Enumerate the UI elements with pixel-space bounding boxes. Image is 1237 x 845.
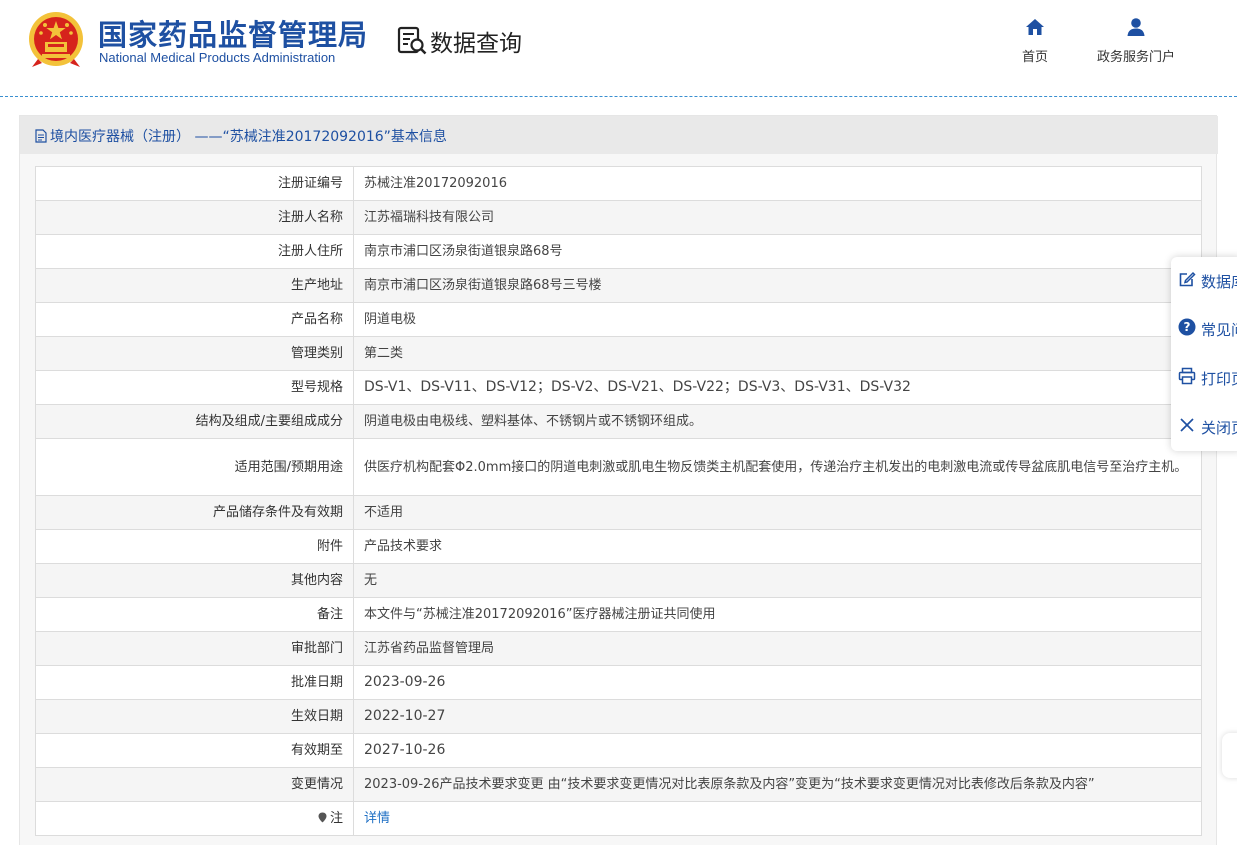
row-value: 供医疗机构配套Φ2.0mm接口的阴道电刺激或肌电生物反馈类主机配套使用，传递治疗… bbox=[353, 438, 1202, 496]
row-key: 变更情况 bbox=[35, 767, 354, 802]
table-row: 变更情况 2023-09-26产品技术要求变更 由“技术要求变更情况对比表原条款及… bbox=[35, 767, 1202, 802]
printer-icon bbox=[1178, 367, 1196, 385]
row-value: 江苏福瑞科技有限公司 bbox=[353, 200, 1202, 235]
side-close-button[interactable]: 关闭页面 bbox=[1171, 403, 1237, 451]
site-header: 国家药品监督管理局 National Medical Products Admi… bbox=[0, 0, 1237, 97]
side-database-label: 数据库 bbox=[1201, 273, 1237, 291]
row-key: 批准日期 bbox=[35, 665, 354, 700]
row-value: 2027-10-26 bbox=[353, 733, 1202, 768]
table-row: 生产地址 南京市浦口区汤泉街道银泉路68号三号楼 bbox=[35, 268, 1202, 303]
info-table: 注册证编号 苏械注准20172092016 注册人名称 江苏福瑞科技有限公司 注册人… bbox=[35, 166, 1202, 836]
nav-home-link[interactable]: 首页 bbox=[1016, 16, 1054, 65]
data-query-icon bbox=[397, 26, 427, 55]
row-key: 型号规格 bbox=[35, 370, 354, 405]
edit-icon bbox=[1179, 271, 1196, 287]
agency-name-cn: 国家药品监督管理局 bbox=[98, 18, 369, 52]
side-faq-label: 常见问题 bbox=[1201, 321, 1237, 339]
row-key: 注册人名称 bbox=[35, 200, 354, 235]
row-value: 第二类 bbox=[353, 336, 1202, 371]
row-key: 注册证编号 bbox=[35, 166, 354, 201]
table-row: 管理类别 第二类 bbox=[35, 336, 1202, 371]
side-faq-button[interactable]: ? 常见问题 bbox=[1171, 305, 1237, 353]
row-key: 管理类别 bbox=[35, 336, 354, 371]
row-key: 生效日期 bbox=[35, 699, 354, 734]
row-value: 2023-09-26产品技术要求变更 由“技术要求变更情况对比表原条款及内容”变… bbox=[353, 767, 1202, 802]
row-value: 南京市浦口区汤泉街道银泉路68号三号楼 bbox=[353, 268, 1202, 303]
row-value: 江苏省药品监督管理局 bbox=[353, 631, 1202, 666]
agency-name-en: National Medical Products Administration bbox=[99, 50, 336, 65]
row-key: 产品名称 bbox=[35, 302, 354, 337]
side-close-label: 关闭页面 bbox=[1201, 419, 1237, 437]
row-value: 本文件与“苏械注准20172092016”医疗器械注册证共同使用 bbox=[353, 597, 1202, 632]
row-value: 详情 bbox=[353, 801, 1202, 836]
table-row: 其他内容无 bbox=[35, 563, 1202, 598]
row-key: 注册人住所 bbox=[35, 234, 354, 269]
panel-title: 境内医疗器械（注册） ——“苏械注准20172092016”基本信息 bbox=[35, 126, 447, 146]
header-divider bbox=[0, 96, 1237, 97]
table-row: 批准日期 2023-09-26 bbox=[35, 665, 1202, 700]
nav-portal-label: 政务服务门户 bbox=[1096, 50, 1175, 65]
row-key: 备注 bbox=[35, 597, 354, 632]
row-value: 阴道电极由电极线、塑料基体、不锈钢片或不锈钢环组成。 bbox=[353, 404, 1202, 439]
table-row: 注册证编号 苏械注准20172092016 bbox=[35, 166, 1202, 201]
panel-title-text: 境内医疗器械（注册） ——“苏械注准20172092016”基本信息 bbox=[50, 129, 447, 145]
side-print-button[interactable]: 打印页面 bbox=[1171, 354, 1237, 402]
table-row: 结构及组成/主要组成成分 阴道电极由电极线、塑料基体、不锈钢片或不锈钢环组成。 bbox=[35, 404, 1202, 439]
row-key: 适用范围/预期用途 bbox=[35, 438, 354, 496]
row-value: 产品技术要求 bbox=[353, 529, 1202, 564]
side-database-button[interactable]: 数据库 bbox=[1171, 257, 1237, 305]
side-collapse-handle[interactable] bbox=[1222, 733, 1237, 778]
nav-home-label: 首页 bbox=[1021, 50, 1048, 65]
table-row: 注册人名称 江苏福瑞科技有限公司 bbox=[35, 200, 1202, 235]
row-value: 2023-09-26 bbox=[353, 665, 1202, 700]
close-icon bbox=[1180, 418, 1194, 432]
side-print-label: 打印页面 bbox=[1201, 370, 1237, 388]
table-row: 审批部门 江苏省药品监督管理局 bbox=[35, 631, 1202, 666]
row-value: 不适用 bbox=[353, 495, 1202, 530]
user-icon bbox=[1127, 18, 1145, 36]
home-icon bbox=[1026, 19, 1044, 35]
document-icon bbox=[35, 129, 47, 143]
table-row: 产品名称 阴道电极 bbox=[35, 302, 1202, 337]
details-link[interactable]: 详情 bbox=[364, 811, 390, 826]
row-key: 附件 bbox=[35, 529, 354, 564]
table-row: 产品储存条件及有效期 不适用 bbox=[35, 495, 1202, 530]
row-value: 苏械注准20172092016 bbox=[353, 166, 1202, 201]
row-value: 2022-10-27 bbox=[353, 699, 1202, 734]
panel-header: 境内医疗器械（注册） ——“苏械注准20172092016”基本信息 bbox=[20, 116, 1218, 154]
table-row: 有效期至 2027-10-26 bbox=[35, 733, 1202, 768]
row-value: 阴道电极 bbox=[353, 302, 1202, 337]
nav-portal-link[interactable]: 政务服务门户 bbox=[1090, 16, 1182, 65]
svg-text:?: ? bbox=[1184, 320, 1191, 334]
row-key: 产品储存条件及有效期 bbox=[35, 495, 354, 530]
row-key: 审批部门 bbox=[35, 631, 354, 666]
row-value: DS-V1、DS-V11、DS-V12；DS-V2、DS-V21、DS-V22；… bbox=[353, 370, 1202, 405]
row-key: 生产地址 bbox=[35, 268, 354, 303]
table-row: 备注 本文件与“苏械注准20172092016”医疗器械注册证共同使用 bbox=[35, 597, 1202, 632]
row-key: 结构及组成/主要组成成分 bbox=[35, 404, 354, 439]
row-key: 其他内容 bbox=[35, 563, 354, 598]
table-row: 适用范围/预期用途 供医疗机构配套Φ2.0mm接口的阴道电刺激或肌电生物反馈类主机… bbox=[35, 438, 1202, 496]
side-toolbar: 数据库 ? 常见问题 打印页面 关闭页面 bbox=[1171, 257, 1237, 451]
table-row: 附件 产品技术要求 bbox=[35, 529, 1202, 564]
note-key-label: 注 bbox=[329, 811, 343, 826]
question-icon: ? bbox=[1178, 318, 1196, 336]
table-row: 注册人住所 南京市浦口区汤泉街道银泉路68号 bbox=[35, 234, 1202, 269]
table-row: 生效日期 2022-10-27 bbox=[35, 699, 1202, 734]
row-key: 有效期至 bbox=[35, 733, 354, 768]
national-emblem-logo bbox=[29, 12, 83, 67]
pin-icon bbox=[318, 812, 327, 823]
detail-panel: 境内医疗器械（注册） ——“苏械注准20172092016”基本信息 注册证编号… bbox=[19, 115, 1218, 845]
row-key: 注 bbox=[35, 801, 354, 836]
row-value: 无 bbox=[353, 563, 1202, 598]
row-value: 南京市浦口区汤泉街道银泉路68号 bbox=[353, 234, 1202, 269]
table-row: 注 详情 bbox=[35, 801, 1202, 836]
table-row: 型号规格 DS-V1、DS-V11、DS-V12；DS-V2、DS-V21、DS-… bbox=[35, 370, 1202, 405]
page-title: 数据查询 bbox=[430, 31, 522, 57]
